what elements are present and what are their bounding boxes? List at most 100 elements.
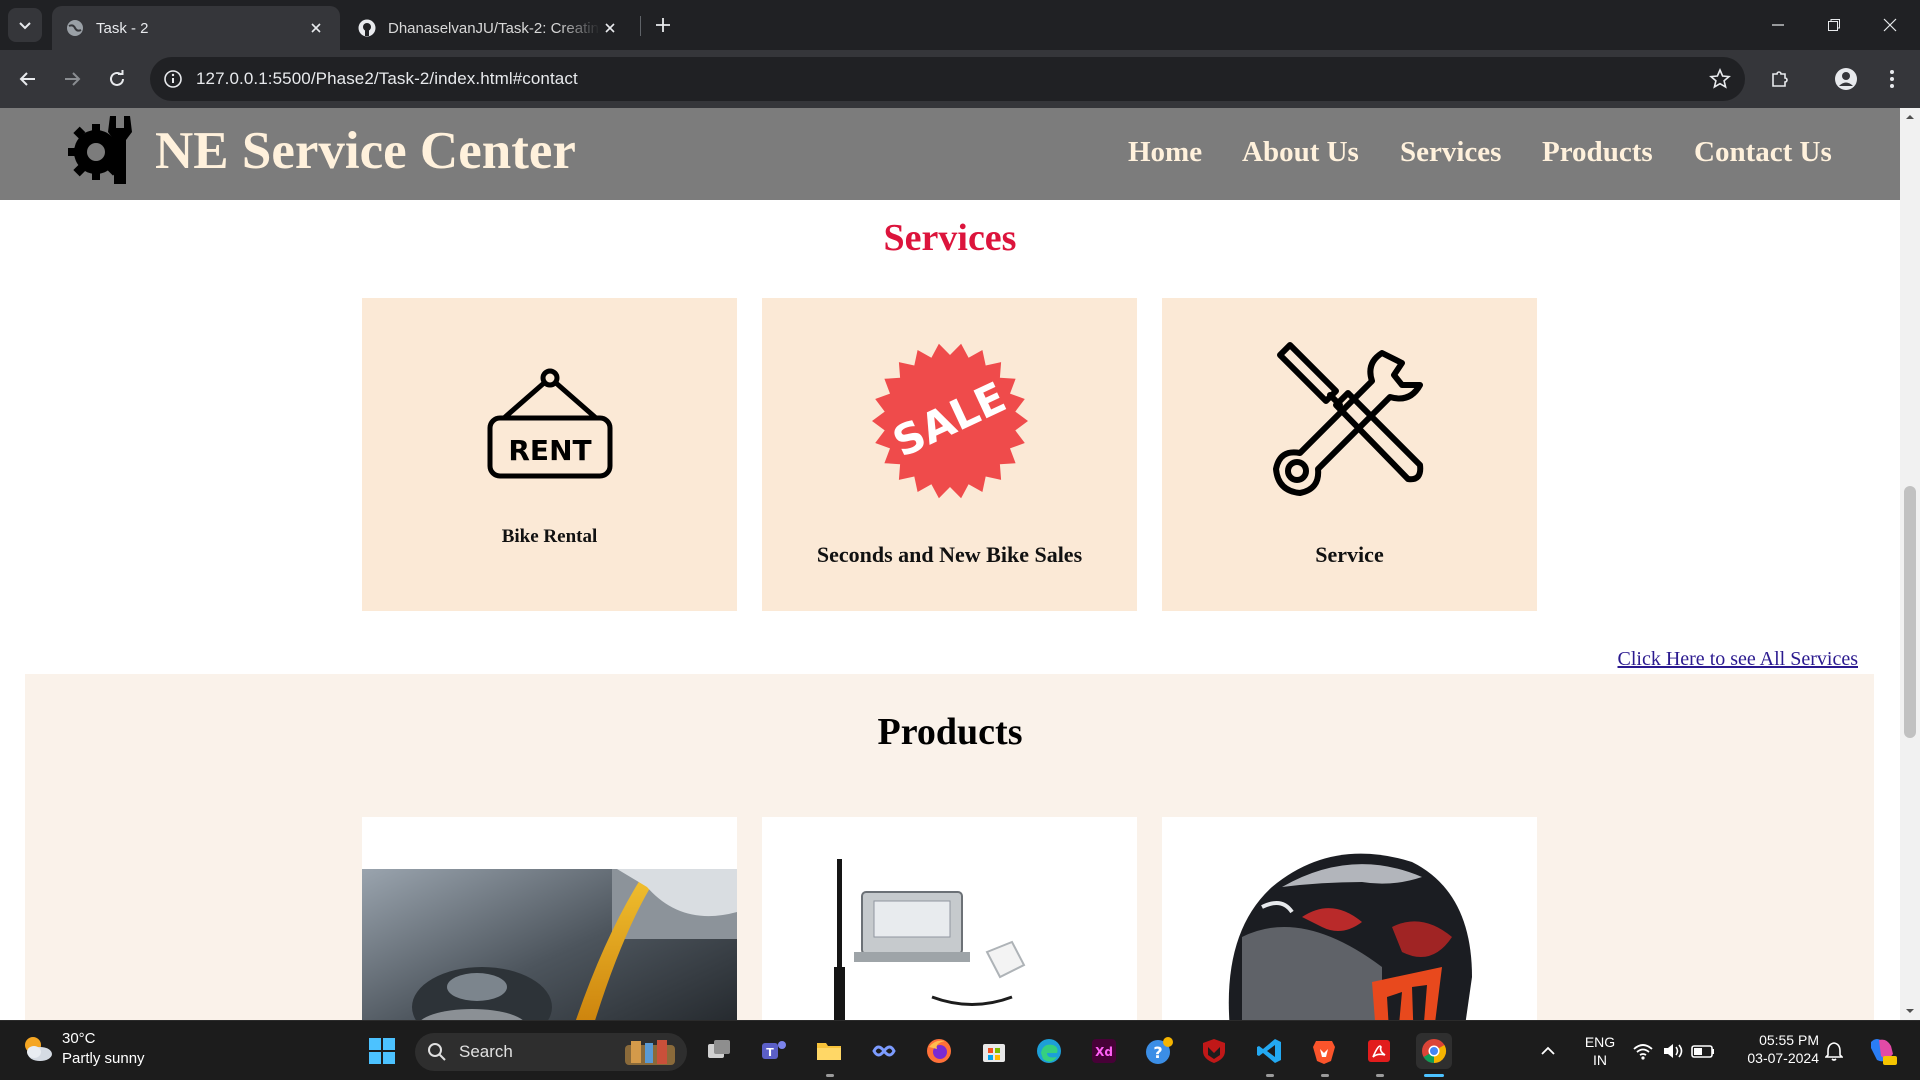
notifications-button[interactable] [1818, 1033, 1850, 1069]
acrobat-app[interactable] [1361, 1033, 1397, 1069]
search-icon [428, 1043, 446, 1061]
chevron-up-icon [1541, 1046, 1555, 1055]
service-card-service[interactable]: Service [1162, 298, 1537, 611]
taskbar-search[interactable]: Search [415, 1033, 687, 1071]
profile-button[interactable] [1830, 63, 1862, 95]
bell-icon [1825, 1042, 1843, 1061]
restore-button[interactable] [1806, 0, 1862, 50]
globe-icon [67, 20, 83, 36]
vscode-app[interactable] [1251, 1033, 1287, 1069]
tab-title: Task - 2 [96, 19, 149, 37]
brand-title[interactable]: NE Service Center [155, 121, 576, 181]
running-indicator [1266, 1074, 1274, 1077]
svg-text:RENT: RENT [508, 434, 591, 467]
tab-github[interactable]: DhanaselvanJU/Task-2: Creating [344, 6, 634, 50]
copilot-app[interactable] [866, 1033, 902, 1069]
address-bar[interactable]: 127.0.0.1:5500/Phase2/Task-2/index.html#… [150, 57, 1745, 101]
chrome-icon [1422, 1039, 1447, 1063]
reload-icon [110, 70, 124, 86]
scroll-down-icon[interactable] [1905, 1006, 1915, 1016]
close-tab-icon[interactable] [600, 18, 620, 38]
tab-title: DhanaselvanJU/Task-2: Creating [388, 19, 600, 37]
tools-wrench-screwdriver-icon [1273, 342, 1424, 496]
chrome-app[interactable] [1416, 1033, 1452, 1069]
puzzle-icon [1772, 71, 1788, 87]
close-tab-icon[interactable] [306, 18, 326, 38]
service-label: Seconds and New Bike Sales [816, 542, 1083, 567]
help-icon: ? [1146, 1037, 1173, 1064]
nav-contact-us[interactable]: Contact Us [1694, 136, 1832, 169]
windows-logo-icon [369, 1038, 395, 1064]
ms-store-app[interactable] [976, 1033, 1012, 1069]
edge-app[interactable] [1031, 1033, 1067, 1069]
site-info-icon[interactable] [162, 68, 184, 90]
weather-temp: 30°C [62, 1030, 96, 1047]
mcafee-app[interactable] [1196, 1033, 1232, 1069]
shield-icon [1203, 1039, 1225, 1063]
nav-products[interactable]: Products [1542, 136, 1653, 169]
new-tab-button[interactable] [650, 12, 676, 38]
page-viewport: NE Service Center Home About Us Services… [0, 108, 1920, 1020]
nav-home[interactable]: Home [1128, 136, 1202, 169]
products-heading: Products [877, 711, 1023, 753]
browser-toolbar: 127.0.0.1:5500/Phase2/Task-2/index.html#… [0, 50, 1920, 108]
page-scrollbar[interactable] [1900, 108, 1920, 1020]
service-card-bike-rental[interactable]: RENT Bike Rental [362, 298, 737, 611]
service-card-bike-sales[interactable]: SALE Seconds and New Bike Sales [762, 298, 1137, 611]
all-services-link[interactable]: Click Here to see All Services [1618, 648, 1859, 671]
url-text: 127.0.0.1:5500/Phase2/Task-2/index.html#… [196, 69, 578, 88]
arrow-left-icon [19, 72, 35, 86]
firefox-icon [927, 1039, 951, 1063]
teams-icon: T [762, 1041, 786, 1059]
clock[interactable]: 05:55 PM 03-07-2024 [1735, 1031, 1819, 1067]
running-indicator [826, 1074, 834, 1077]
svg-text:Xd: Xd [1095, 1045, 1113, 1059]
nav-about-us[interactable]: About Us [1242, 136, 1359, 169]
sale-badge-icon: SALE [872, 343, 1028, 499]
extensions-button[interactable] [1764, 63, 1796, 95]
tab-search-button[interactable] [8, 8, 42, 42]
partly-sunny-icon [25, 1037, 52, 1061]
task-view-icon [708, 1040, 730, 1058]
show-hidden-icons-button[interactable] [1534, 1033, 1562, 1069]
nav-services[interactable]: Services [1400, 136, 1501, 169]
forward-button[interactable] [56, 63, 88, 95]
minimize-button[interactable] [1750, 0, 1806, 50]
firefox-app[interactable] [921, 1033, 957, 1069]
minimize-icon [1772, 24, 1784, 26]
folder-icon [817, 1043, 841, 1060]
teams-app[interactable]: T [756, 1033, 792, 1069]
pdf-icon [1368, 1040, 1390, 1062]
close-window-button[interactable] [1862, 0, 1918, 50]
rent-sign-icon: RENT [487, 368, 613, 479]
reload-button[interactable] [101, 63, 133, 95]
scrollbar-thumb[interactable] [1904, 486, 1916, 738]
copilot-tray-button[interactable] [1862, 1033, 1900, 1069]
search-highlight-icon [625, 1040, 675, 1065]
scroll-up-icon[interactable] [1905, 112, 1915, 122]
product-card-gps-tracker[interactable] [762, 817, 1137, 1020]
product-card-engine-oil[interactable] [362, 817, 737, 1020]
language-indicator[interactable]: ENG IN [1578, 1033, 1622, 1069]
github-icon [358, 19, 376, 37]
tab-task-2[interactable]: Task - 2 [52, 6, 340, 50]
wifi-volume-battery-icons [1633, 1044, 1714, 1060]
site-header: NE Service Center Home About Us Services… [0, 108, 1900, 200]
help-app[interactable]: ? [1141, 1033, 1177, 1069]
task-view-button[interactable] [701, 1033, 737, 1069]
bookmark-star-icon[interactable] [1709, 68, 1731, 90]
more-vert-icon [1890, 70, 1894, 88]
weather-widget[interactable]: 30°C Partly sunny [20, 1029, 145, 1069]
back-button[interactable] [12, 63, 44, 95]
engine-oil-photo [362, 869, 737, 1020]
running-indicator [1321, 1074, 1329, 1077]
store-icon [983, 1044, 1005, 1062]
clock-time: 05:55 PM [1759, 1032, 1819, 1048]
quick-settings-button[interactable] [1630, 1033, 1720, 1069]
adobe-xd-app[interactable]: Xd [1086, 1033, 1122, 1069]
chrome-menu-button[interactable] [1876, 63, 1908, 95]
product-card-helmet[interactable] [1162, 817, 1537, 1020]
start-button[interactable] [364, 1033, 400, 1069]
file-explorer-app[interactable] [811, 1033, 847, 1069]
brave-app[interactable] [1306, 1033, 1342, 1069]
